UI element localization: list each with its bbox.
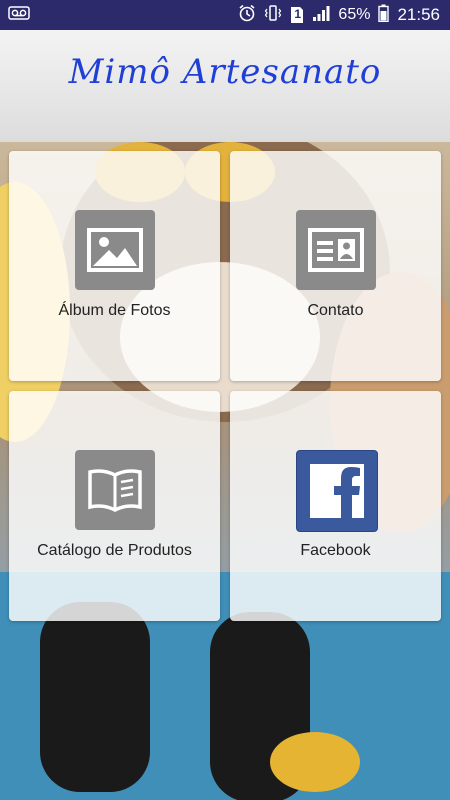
tile-photo-album[interactable]: Álbum de Fotos [9,151,220,381]
book-icon [75,450,155,530]
clock: 21:56 [397,5,440,24]
vibrate-icon [264,4,282,27]
tile-label: Catálogo de Produtos [37,542,192,559]
tile-label: Álbum de Fotos [58,302,171,319]
tile-label: Contato [307,302,364,319]
app-title: Mimô Artesanato [68,52,382,92]
status-bar: 1 65% 21:56 [0,0,450,30]
alarm-icon [238,4,256,27]
tile-contact[interactable]: Contato [230,151,441,381]
voicemail-icon [8,6,30,25]
tile-facebook[interactable]: Facebook [230,391,441,621]
facebook-icon [296,450,378,532]
tile-product-catalog[interactable]: Catálogo de Produtos [9,391,220,621]
battery-percent: 65% [338,6,371,23]
contact-card-icon [296,210,376,290]
signal-icon [312,4,330,27]
tile-label: Facebook [300,542,371,559]
photo-icon [75,210,155,290]
app-header: Mimô Artesanato [0,30,450,142]
battery-icon [378,4,390,27]
sim-label: 1 [294,7,302,21]
sim-icon: 1 [290,6,304,24]
